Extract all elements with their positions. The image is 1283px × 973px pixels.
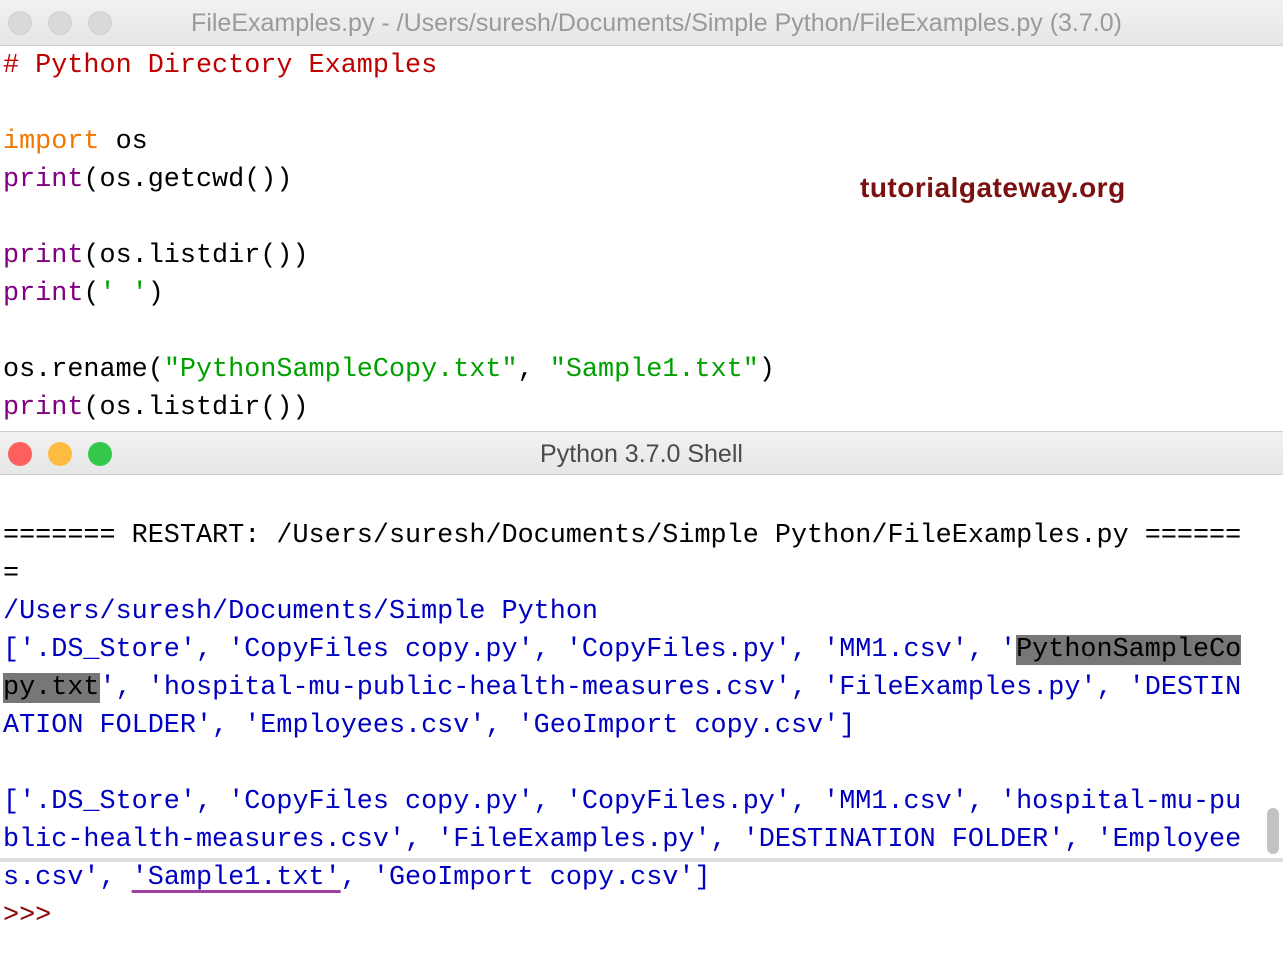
code-line: import os [3,123,775,161]
code-token-plain: ) [758,355,775,385]
output-text: ['.DS_Store', 'CopyFiles copy.py', 'Copy… [3,635,1017,665]
code-token-plain: (os.getcwd()) [83,165,293,195]
code-token-plain: ( [83,279,100,309]
editor-window-title: FileExamples.py - /Users/suresh/Document… [191,9,1122,37]
code-editor[interactable]: # Python Directory Examples import os prin… [3,47,775,427]
listdir-output-after: ['.DS_Store', 'CopyFiles copy.py', 'Copy… [3,783,1253,897]
shell-title-bar: Python 3.7.0 Shell [0,431,1283,475]
output-text: ', 'hospital-mu-public-health-measures.c… [3,673,1242,741]
listdir-output-before: ['.DS_Store', 'CopyFiles copy.py', 'Copy… [3,631,1253,745]
code-token-plain: os [99,127,148,157]
code-token-comment: # Python Directory Examples [3,51,438,81]
code-token-builtin: print [3,393,84,423]
cwd-output: /Users/suresh/Documents/Simple Python [3,597,598,627]
code-token-plain: , [517,355,550,385]
scrollbar-thumb[interactable] [1267,808,1279,854]
code-token-plain: os.rename( [3,355,164,385]
code-token-plain: (os.listdir()) [83,393,309,423]
code-line: print(os.listdir()) [3,389,775,427]
code-token-builtin: print [3,165,84,195]
shell-window-title: Python 3.7.0 Shell [540,440,743,468]
shell-output[interactable]: ======= RESTART: /Users/suresh/Documents… [3,479,1253,973]
shell-prompt[interactable]: >>> [3,897,1253,935]
code-token-builtin: print [3,241,84,271]
editor-title-bar: FileExamples.py - /Users/suresh/Document… [0,0,1283,46]
code-token-str: "Sample1.txt" [549,355,759,385]
code-line: print(os.getcwd()) [3,161,775,199]
renamed-file-highlight: 'Sample1.txt' [131,863,341,893]
code-line: print(' ') [3,275,775,313]
code-token-plain: (os.listdir()) [83,241,309,271]
code-line: # Python Directory Examples [3,47,775,85]
code-token-str: ' ' [99,279,148,309]
code-token-kw: import [3,127,100,157]
restart-line: ======= RESTART: /Users/suresh/Documents… [3,521,1242,589]
code-token-builtin: print [3,279,84,309]
output-text: , 'GeoImport copy.csv'] [340,863,711,893]
window-bottom-edge [0,858,1283,862]
code-line: print(os.listdir()) [3,237,775,275]
watermark: tutorialgateway.org [860,172,1126,203]
code-token-plain: ) [147,279,164,309]
code-token-str: "PythonSampleCopy.txt" [163,355,518,385]
code-line: os.rename("PythonSampleCopy.txt", "Sampl… [3,351,775,389]
